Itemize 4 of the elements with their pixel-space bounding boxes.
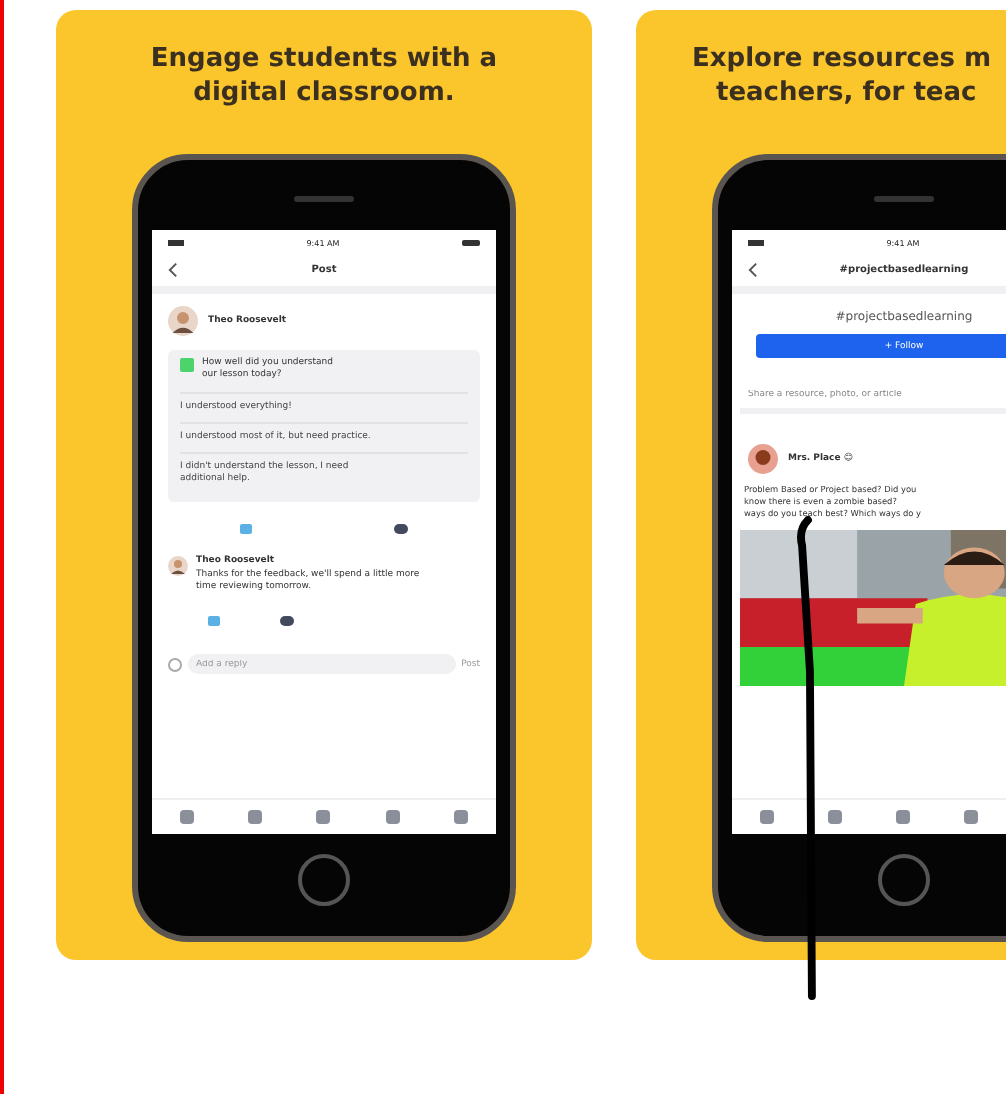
headline-line: Engage students with a	[150, 42, 498, 76]
headline-line: digital classroom.	[193, 76, 455, 110]
headline-line: teachers, for teac	[716, 76, 977, 110]
headline-line: Explore resources m	[692, 42, 992, 76]
